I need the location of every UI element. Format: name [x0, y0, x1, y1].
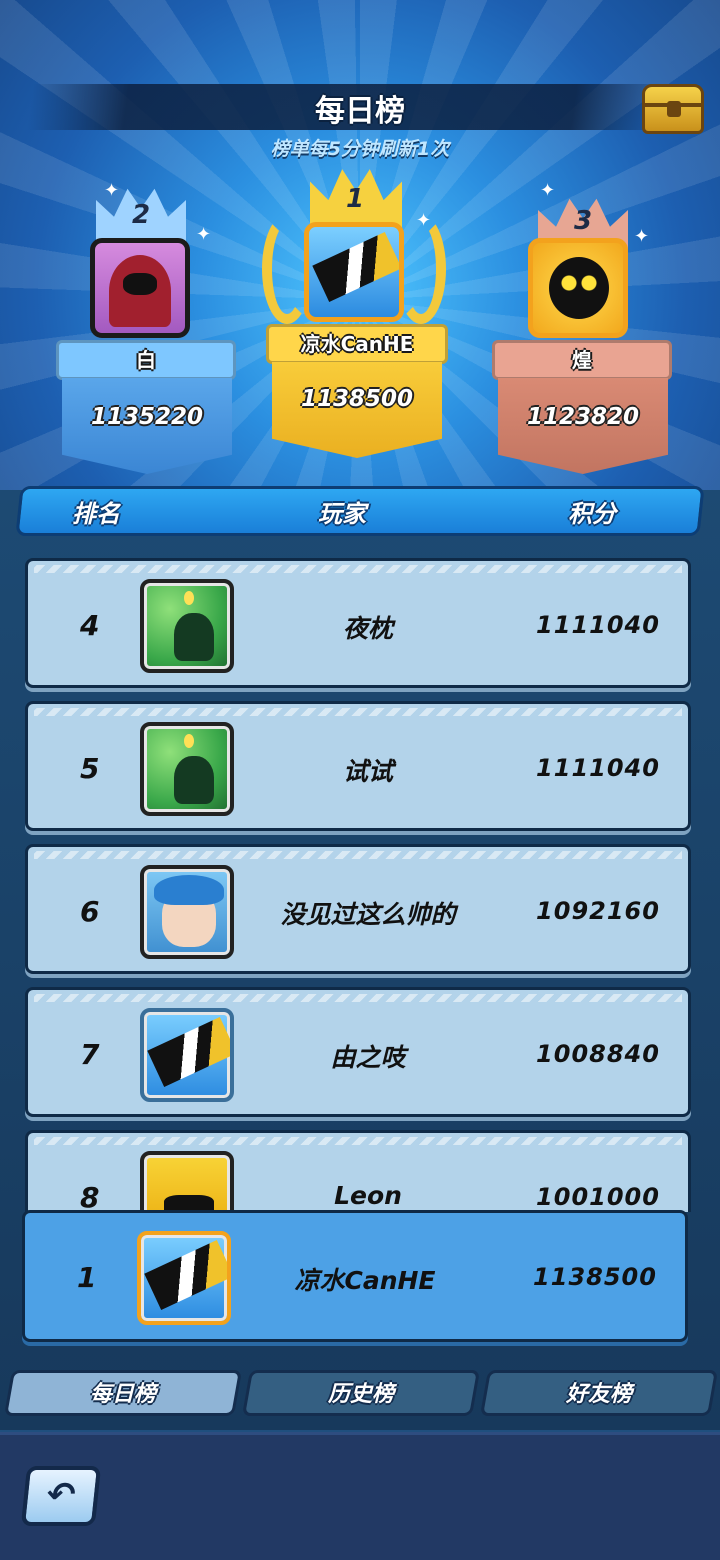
- avatar: [90, 238, 190, 338]
- back-button[interactable]: ↶: [20, 1466, 102, 1526]
- podium-score: 1135220: [62, 378, 232, 474]
- sparkle-icon: ✦: [196, 224, 212, 245]
- podium-score: 1123820: [498, 378, 668, 474]
- row-player-name: 由之吱: [330, 1043, 406, 1072]
- row-score: 1138500: [533, 1263, 657, 1291]
- back-arrow-icon: ↶: [44, 1475, 78, 1515]
- column-header-score: 积分: [568, 500, 616, 528]
- avatar: [140, 579, 234, 673]
- row-player-name: 没见过这么帅的: [280, 900, 456, 929]
- row-score: 1008840: [536, 1040, 660, 1068]
- table-row[interactable]: 8 Leon 1001000: [25, 1130, 691, 1212]
- row-player-name: 试试: [342, 757, 393, 786]
- sparkle-icon: ✦: [540, 180, 556, 201]
- tab-daily-label: 每日榜: [89, 1382, 156, 1407]
- row-rank: 6: [80, 895, 100, 928]
- row-player-name: 凉水CanHE: [294, 1266, 436, 1295]
- row-score: 1111040: [536, 754, 660, 782]
- sparkle-icon: ✦: [104, 180, 120, 201]
- avatar: [140, 1151, 234, 1212]
- avatar: [140, 865, 234, 959]
- column-header-player: 玩家: [318, 500, 366, 528]
- row-rank: 4: [80, 609, 100, 642]
- tab-friends-label: 好友榜: [565, 1382, 632, 1407]
- avatar: [140, 1008, 234, 1102]
- avatar: [140, 722, 234, 816]
- avatar: [304, 222, 404, 322]
- footer-background: [0, 1432, 720, 1560]
- ranking-list[interactable]: 4 夜枕 1111040 5 试试 1111040 6 没见过这么帅的 1092…: [0, 550, 720, 1212]
- self-rank-row[interactable]: 1 凉水CanHE 1138500: [22, 1210, 688, 1342]
- sparkle-icon: ✦: [416, 210, 432, 231]
- table-row[interactable]: 5 试试 1111040: [25, 701, 691, 831]
- podium-score: 1138500: [272, 362, 442, 458]
- podium-name: 煌: [492, 340, 672, 380]
- table-row[interactable]: 4 夜枕 1111040: [25, 558, 691, 688]
- podium-name: 凉水CanHE: [266, 324, 448, 364]
- podium-rank: 1: [345, 184, 365, 214]
- row-score: 1111040: [536, 611, 660, 639]
- row-player-name: Leon: [334, 1181, 402, 1210]
- podium-rank: 2: [131, 200, 151, 230]
- row-rank: 1: [77, 1261, 97, 1294]
- column-header-rank: 排名: [72, 500, 120, 528]
- row-score: 1001000: [536, 1183, 660, 1211]
- avatar: [137, 1231, 231, 1325]
- avatar: [528, 238, 628, 338]
- row-rank: 5: [80, 752, 100, 785]
- row-score: 1092160: [536, 897, 660, 925]
- podium-rank: 3: [573, 206, 593, 236]
- page-title: 每日榜: [315, 94, 405, 129]
- table-row[interactable]: 6 没见过这么帅的 1092160: [25, 844, 691, 974]
- refresh-notice: 榜单每5分钟刷新1次: [270, 138, 450, 160]
- treasure-chest-icon[interactable]: [642, 84, 704, 134]
- tab-history-label: 历史榜: [327, 1382, 394, 1407]
- sparkle-icon: ✦: [634, 226, 650, 247]
- row-player-name: 夜枕: [342, 614, 393, 643]
- table-row[interactable]: 7 由之吱 1008840: [25, 987, 691, 1117]
- podium-name: 白: [56, 340, 236, 380]
- row-rank: 7: [80, 1038, 100, 1071]
- row-rank: 8: [80, 1181, 100, 1212]
